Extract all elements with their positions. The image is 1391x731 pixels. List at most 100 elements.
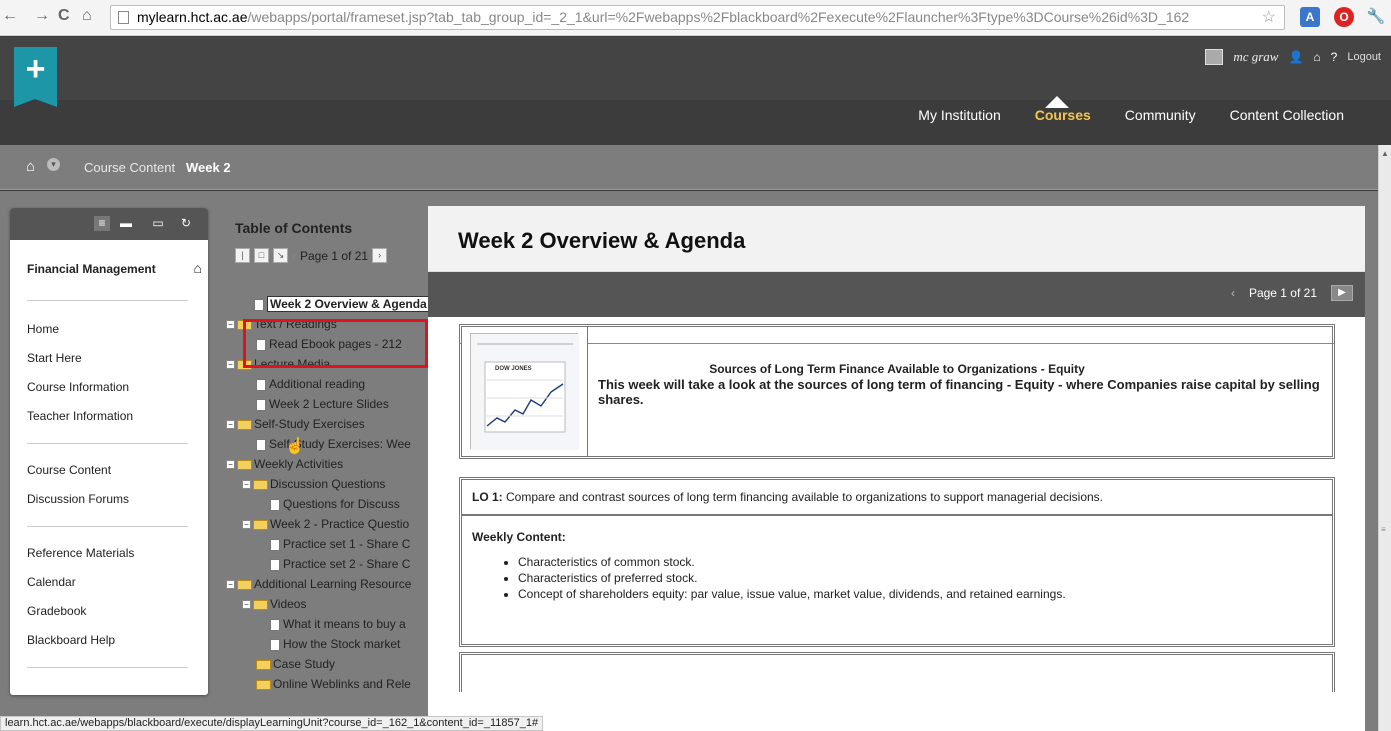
url-host: mylearn.hct.ac.ae xyxy=(137,9,248,25)
menu-item-course-content[interactable]: Course Content xyxy=(10,456,208,485)
collapse-toggle-icon[interactable]: − xyxy=(226,360,235,370)
document-icon xyxy=(270,538,280,551)
lo-label: LO 1: xyxy=(472,490,503,504)
home-icon[interactable]: ⌂ xyxy=(82,7,92,25)
stock-chart-image: DOW JONES xyxy=(462,327,588,456)
quick-links-plus-icon[interactable]: + xyxy=(14,47,57,107)
refresh-icon[interactable]: ↻ xyxy=(178,216,194,231)
toc-item[interactable]: Practice set 2 - Share C xyxy=(226,554,429,574)
toc-item[interactable]: Additional reading xyxy=(226,374,429,394)
prev-page-icon[interactable]: ‹ xyxy=(1231,286,1235,300)
next-page-button[interactable]: ▶ xyxy=(1331,285,1353,301)
toc-folder[interactable]: − Weekly Activities xyxy=(226,454,429,474)
toc-item[interactable]: How the Stock market xyxy=(226,634,429,654)
course-home-icon[interactable]: ⌂ xyxy=(194,260,202,276)
tab-my-institution[interactable]: My Institution xyxy=(901,107,1017,123)
collapse-toggle-icon[interactable]: − xyxy=(242,520,251,530)
chevron-down-icon[interactable]: ▾ xyxy=(47,158,60,171)
scroll-thumb[interactable]: ≡ xyxy=(1381,525,1389,555)
address-bar[interactable]: mylearn.hct.ac.ae/webapps/portal/framese… xyxy=(110,5,1285,30)
stock-chart-picture: DOW JONES xyxy=(470,333,579,450)
folder-icon xyxy=(237,579,252,590)
menu-item-gradebook[interactable]: Gradebook xyxy=(10,597,208,626)
content-pager-bar: ‹ Page 1 of 21 ▶ xyxy=(428,272,1365,317)
page-scrollbar[interactable]: ▲ ≡ xyxy=(1378,145,1391,731)
toc-pager: | □ ↘ ‹ Page 1 of 21 › xyxy=(235,248,388,263)
lo-text: Compare and contrast sources of long ter… xyxy=(502,490,1104,504)
first-page-icon[interactable]: | xyxy=(235,248,250,263)
collapse-toggle-icon[interactable]: − xyxy=(242,480,251,490)
toc-folder[interactable]: Online Weblinks and Rele xyxy=(226,674,429,694)
toc-item[interactable]: Week 2 Lecture Slides xyxy=(226,394,429,414)
help-icon[interactable]: ? xyxy=(1331,50,1338,64)
folder-icon xyxy=(237,419,252,430)
menu-item-blackboard-help[interactable]: Blackboard Help xyxy=(10,626,208,655)
folder-view-icon[interactable]: ▬ xyxy=(118,216,134,231)
toc-folder[interactable]: − Videos xyxy=(226,594,429,614)
username[interactable]: mc graw xyxy=(1233,49,1278,65)
forward-arrow-icon[interactable]: → xyxy=(34,7,50,25)
adblock-icon[interactable]: O xyxy=(1334,7,1354,27)
user-icon[interactable]: 👤 xyxy=(1288,50,1303,64)
toc-folder[interactable]: − Additional Learning Resource xyxy=(226,574,429,594)
breadcrumb-course-content[interactable]: Course Content xyxy=(84,160,175,175)
collapse-toggle-icon[interactable]: − xyxy=(226,420,235,430)
toc-page-indicator: Page 1 of 21 xyxy=(300,248,369,263)
toc-folder[interactable]: − Self-Study Exercises xyxy=(226,414,429,434)
content-page-indicator: Page 1 of 21 xyxy=(1248,286,1317,300)
course-title[interactable]: Financial Management ⌂ xyxy=(10,240,208,300)
home-header-icon[interactable]: ⌂ xyxy=(1313,50,1320,64)
list-view-icon[interactable]: ≡ xyxy=(94,216,110,231)
collapse-toggle-icon[interactable]: − xyxy=(226,320,235,330)
menu-item-discussion-forums[interactable]: Discussion Forums xyxy=(10,485,208,514)
course-menu-toolbar: ≡ ▬ ▭ ↻ xyxy=(10,208,208,240)
avatar xyxy=(1205,49,1224,65)
translate-icon[interactable]: A xyxy=(1300,7,1320,27)
collapse-toggle-icon[interactable]: − xyxy=(226,580,235,590)
toc-item[interactable]: Practice set 1 - Share C xyxy=(226,534,429,554)
menu-item-calendar[interactable]: Calendar xyxy=(10,568,208,597)
breadcrumb-home-icon[interactable]: ⌂ xyxy=(26,158,35,175)
folder-icon xyxy=(253,519,268,530)
intro-text: This week will take a look at the source… xyxy=(598,377,1320,407)
wrench-icon[interactable]: 🔧 xyxy=(1366,7,1386,27)
document-icon xyxy=(270,618,280,631)
next-page-icon[interactable]: › xyxy=(372,248,388,263)
document-icon xyxy=(254,298,264,311)
toc-folder[interactable]: − Week 2 - Practice Questio xyxy=(226,514,429,534)
square-icon[interactable]: □ xyxy=(254,248,269,263)
active-tab-pointer xyxy=(1045,96,1069,108)
window-icon[interactable]: ▭ xyxy=(150,216,166,231)
toc-item[interactable]: Self-Study Exercises: Wee xyxy=(226,434,429,454)
tab-community[interactable]: Community xyxy=(1108,107,1213,123)
collapse-toggle-icon[interactable]: − xyxy=(242,600,251,610)
menu-item-reference-materials[interactable]: Reference Materials xyxy=(10,539,208,568)
toc-folder[interactable]: − Discussion Questions xyxy=(226,474,429,494)
menu-item-teacher-information[interactable]: Teacher Information xyxy=(10,402,208,431)
toc-item[interactable]: Questions for Discuss xyxy=(226,494,429,514)
menu-item-home[interactable]: Home xyxy=(10,315,208,344)
divider xyxy=(27,667,188,668)
scroll-up-icon[interactable]: ▲ xyxy=(1381,149,1389,158)
toc-item[interactable]: Week 2 Overview & Agenda xyxy=(226,294,429,314)
status-bar: learn.hct.ac.ae/webapps/blackboard/execu… xyxy=(0,716,544,731)
document-icon xyxy=(256,378,266,391)
back-arrow-icon[interactable]: ← xyxy=(2,7,18,25)
bookmark-star-icon[interactable]: ☆ xyxy=(1262,6,1276,29)
content-frame: Week 2 Overview & Agenda ‹ Page 1 of 21 … xyxy=(428,206,1365,731)
tab-courses[interactable]: Courses xyxy=(1018,107,1108,123)
document-icon xyxy=(256,438,266,451)
menu-item-course-information[interactable]: Course Information xyxy=(10,373,208,402)
menu-item-start-here[interactable]: Start Here xyxy=(10,344,208,373)
collapse-toggle-icon[interactable]: − xyxy=(226,460,235,470)
logout-link[interactable]: Logout xyxy=(1347,51,1381,63)
toc-item[interactable]: What it means to buy a xyxy=(226,614,429,634)
collapse-icon[interactable]: ↘ xyxy=(273,248,288,263)
hand-cursor-icon: ☝ xyxy=(285,438,305,455)
folder-icon xyxy=(256,659,271,670)
reload-icon[interactable]: C xyxy=(58,7,70,25)
prev-page-icon[interactable]: ‹ xyxy=(292,249,296,263)
browser-toolbar: ← → C ⌂ mylearn.hct.ac.ae/webapps/portal… xyxy=(0,0,1391,36)
tab-content-collection[interactable]: Content Collection xyxy=(1213,107,1361,123)
toc-folder[interactable]: Case Study xyxy=(226,654,429,674)
